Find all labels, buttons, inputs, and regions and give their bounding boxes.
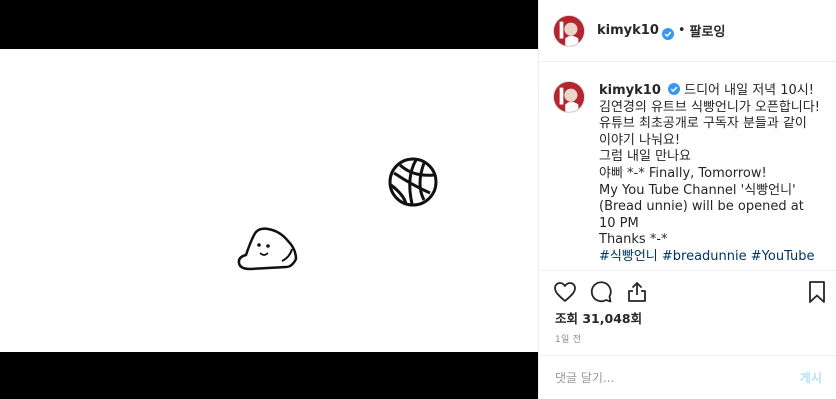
caption-line: 그럼 내일 만나요 [599,149,691,165]
heart-icon[interactable] [553,280,577,304]
caption-verified-icon [668,83,680,95]
hashtag-link[interactable]: #YouTube [751,249,815,264]
separator-dot: • [677,23,686,38]
caption-line: 유튜브 최초공개로 구독자 분들과 같이 이야기 나눠요! [599,116,807,148]
caption-line: Thanks *-* [599,232,668,248]
comment-bubble-icon[interactable] [589,280,613,304]
caption-avatar-icon[interactable] [553,81,585,113]
share-icon[interactable] [625,280,649,304]
post-timestamp[interactable]: 1일 전 [555,332,581,345]
post-side-panel: kimyk10 • 팔로잉 kimyk10 드디어 내일 저녁 10시! 김연경… [538,0,836,399]
post-comment-button[interactable]: 게시 [800,369,822,386]
caption-line: My You Tube Channel '식빵언니' [599,182,796,198]
post-header: kimyk10 • 팔로잉 [539,0,836,62]
hashtag-link[interactable]: #식빵언니 [599,249,658,264]
comment-input[interactable] [555,370,800,385]
verified-badge-icon [661,25,674,40]
header-username[interactable]: kimyk10 [597,23,659,38]
action-bar [553,278,829,306]
caption-line: 김연경의 유트브 식빵언니가 오픈합니다! [599,99,820,115]
instagram-post-view: kimyk10 • 팔로잉 kimyk10 드디어 내일 저녁 10시! 김연경… [0,0,836,399]
comment-bar: 게시 [539,355,836,399]
video-frame[interactable] [0,49,538,352]
volleyball-icon [386,155,440,213]
media-area[interactable] [0,0,538,399]
bookmark-icon[interactable] [805,280,829,304]
following-button[interactable]: 팔로잉 [690,21,726,40]
caption-username[interactable]: kimyk10 [599,83,661,98]
caption-line: 야삐 *-* Finally, Tomorrow! [599,165,767,181]
post-caption: kimyk10 드디어 내일 저녁 10시! 김연경의 유트브 식빵언니가 오픈… [539,73,836,266]
profile-avatar-icon[interactable] [553,14,585,47]
hashtag-link[interactable]: #breadunnie [662,249,747,264]
caption-line: (Bread unnie) will be opened at 10 PM [599,199,804,231]
bread-character-icon [236,225,302,279]
caption-text: kimyk10 드디어 내일 저녁 10시! 김연경의 유트브 식빵언니가 오픈… [599,83,821,266]
view-count[interactable]: 조회 31,048회 [555,308,642,327]
hashtag-list: #식빵언니 #breadunnie #YouTube [599,249,821,266]
caption-line: 드디어 내일 저녁 10시! [684,83,814,98]
section-divider [539,270,836,271]
